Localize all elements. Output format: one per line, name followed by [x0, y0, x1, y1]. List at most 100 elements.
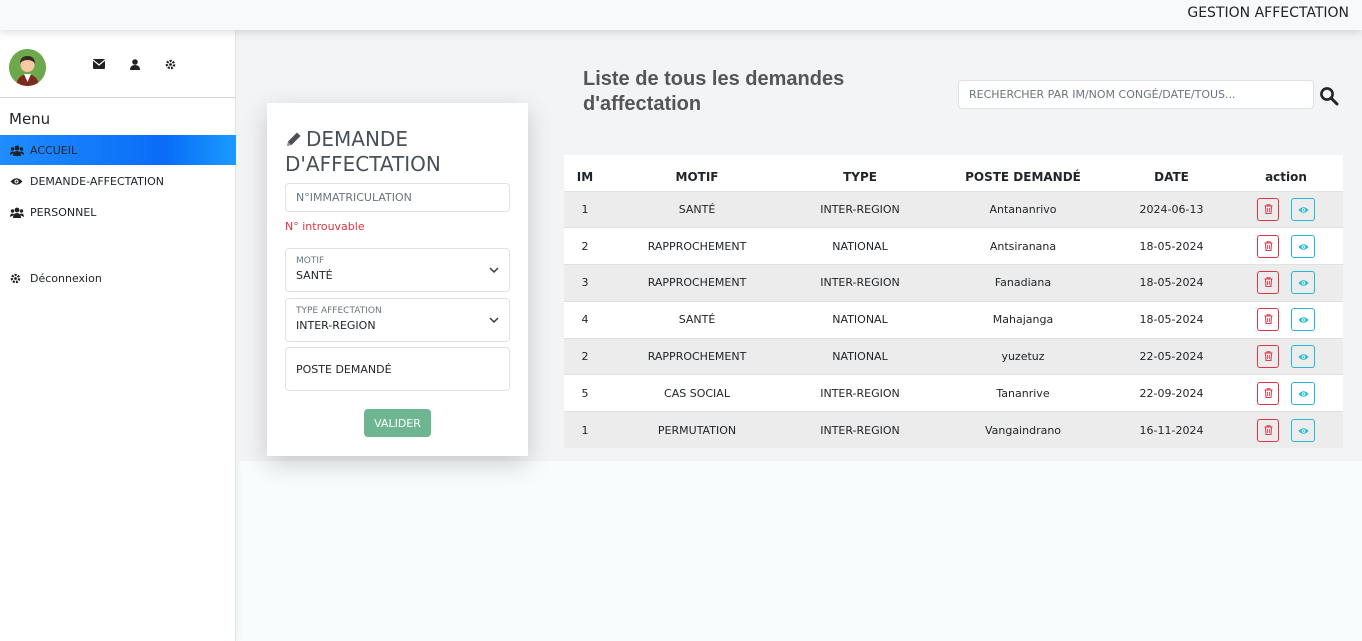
type-affectation-label: TYPE AFFECTATION	[296, 306, 382, 316]
table-row: 2 RAPPROCHEMENT NATIONAL Antsiranana 18-05-2…	[564, 227, 1343, 266]
logout-link[interactable]: Déconnexion	[0, 263, 236, 293]
delete-button[interactable]	[1257, 418, 1279, 442]
cell-date: 22-09-2024	[1114, 374, 1229, 413]
motif-value: SANTÉ	[296, 269, 333, 282]
delete-button[interactable]	[1257, 234, 1279, 258]
column-header-date[interactable]: DATE	[1114, 163, 1229, 192]
delete-button[interactable]	[1257, 197, 1279, 221]
table-header-row: IM MOTIF TYPE POSTE DEMANDÉ DATE action	[564, 163, 1343, 192]
table-row: 3 RAPPROCHEMENT INTER-REGION Fanadiana 18-05…	[564, 264, 1343, 302]
gear-icon[interactable]	[163, 57, 177, 71]
trash-icon	[1264, 239, 1273, 254]
trash-icon	[1264, 312, 1273, 327]
cell-motif: RAPPROCHEMENT	[606, 227, 788, 266]
users-icon	[10, 206, 24, 218]
trash-icon	[1264, 275, 1273, 290]
cell-poste: Fanadiana	[932, 264, 1114, 302]
trash-icon	[1264, 423, 1273, 438]
poste-demande-input[interactable]: POSTE DEMANDÉ	[285, 347, 510, 391]
sidebar-item-accueil[interactable]: ACCUEIL	[0, 135, 236, 165]
sidebar: Menu ACCUEIL DEMANDE-AFFECTATION PERSONN…	[0, 30, 236, 641]
eye-icon	[1298, 349, 1309, 364]
eye-icon	[1298, 423, 1309, 438]
delete-button[interactable]	[1257, 345, 1279, 369]
logout-label: Déconnexion	[30, 271, 102, 285]
menu-title: Menu	[9, 110, 51, 128]
view-button[interactable]	[1291, 271, 1315, 295]
valider-button[interactable]: VALIDER	[364, 409, 431, 437]
cell-action	[1229, 301, 1343, 339]
cell-im: 5	[564, 374, 606, 413]
matricule-input[interactable]: N°IMMATRICULATION	[285, 183, 510, 212]
sidebar-item-personnel[interactable]: PERSONNEL	[0, 197, 236, 227]
chevron-down-icon	[489, 267, 499, 274]
trash-icon	[1264, 349, 1273, 364]
cell-date: 18-05-2024	[1114, 301, 1229, 339]
type-affectation-value: INTER-REGION	[296, 319, 376, 332]
top-navbar: GESTION AFFECTATION	[0, 0, 1362, 30]
cell-poste: Antsiranana	[932, 227, 1114, 266]
view-button[interactable]	[1291, 381, 1315, 405]
cell-date: 2024-06-13	[1114, 191, 1229, 229]
cell-im: 2	[564, 338, 606, 376]
sidebar-item-label: PERSONNEL	[30, 205, 97, 219]
view-button[interactable]	[1291, 197, 1315, 221]
gear-icon	[10, 272, 24, 284]
demande-form-card: DEMANDE D'AFFECTATION N°IMMATRICULATION …	[267, 103, 528, 456]
cell-poste: Vangaindrano	[932, 411, 1114, 450]
delete-button[interactable]	[1257, 381, 1279, 405]
cell-type: INTER-REGION	[788, 374, 932, 413]
delete-button[interactable]	[1257, 308, 1279, 332]
view-button[interactable]	[1291, 345, 1315, 369]
cell-action	[1229, 374, 1343, 413]
cell-type: NATIONAL	[788, 227, 932, 266]
sidebar-item-demande-affectation[interactable]: DEMANDE-AFFECTATION	[0, 166, 236, 196]
eye-icon	[1298, 275, 1309, 290]
user-icon[interactable]	[128, 57, 142, 71]
cell-motif: PERMUTATION	[606, 411, 788, 450]
chevron-down-icon	[489, 317, 499, 324]
search-icon[interactable]	[1319, 86, 1339, 106]
cell-action	[1229, 411, 1343, 450]
type-affectation-select[interactable]: TYPE AFFECTATION INTER-REGION	[285, 298, 510, 342]
view-button[interactable]	[1291, 234, 1315, 258]
cell-date: 22-05-2024	[1114, 338, 1229, 376]
users-icon	[10, 144, 24, 156]
avatar[interactable]	[9, 49, 46, 86]
cell-type: INTER-REGION	[788, 411, 932, 450]
delete-button[interactable]	[1257, 271, 1279, 295]
cell-poste: yuzetuz	[932, 338, 1114, 376]
cell-type: INTER-REGION	[788, 191, 932, 229]
cell-type: INTER-REGION	[788, 264, 932, 302]
motif-select[interactable]: MOTIF SANTÉ	[285, 248, 510, 292]
cell-motif: SANTÉ	[606, 191, 788, 229]
column-header-action: action	[1229, 163, 1343, 192]
cell-type: NATIONAL	[788, 338, 932, 376]
table-row: 1 PERMUTATION INTER-REGION Vangaindrano 16-1…	[564, 411, 1343, 450]
column-header-motif[interactable]: MOTIF	[606, 163, 788, 192]
pencil-icon	[287, 132, 301, 146]
view-button[interactable]	[1291, 308, 1315, 332]
envelope-icon[interactable]	[92, 57, 106, 71]
sidebar-item-label: DEMANDE-AFFECTATION	[30, 174, 165, 188]
form-title: DEMANDE D'AFFECTATION	[285, 127, 441, 176]
table-row: 4 SANTÉ NATIONAL Mahajanga 18-05-2024	[564, 301, 1343, 339]
cell-action	[1229, 191, 1343, 229]
cell-date: 18-05-2024	[1114, 227, 1229, 266]
cell-poste: Antananrivo	[932, 191, 1114, 229]
cell-date: 16-11-2024	[1114, 411, 1229, 450]
eye-icon	[1298, 202, 1309, 217]
cell-motif: RAPPROCHEMENT	[606, 338, 788, 376]
view-button[interactable]	[1291, 418, 1315, 442]
column-header-im[interactable]: IM	[564, 163, 606, 192]
cell-im: 2	[564, 227, 606, 266]
column-header-type[interactable]: TYPE	[788, 163, 932, 192]
column-header-poste[interactable]: POSTE DEMANDÉ	[932, 163, 1114, 192]
table-row: 5 CAS SOCIAL INTER-REGION Tananrive 22-09-20…	[564, 374, 1343, 413]
app-title: GESTION AFFECTATION	[1187, 5, 1349, 21]
cell-motif: CAS SOCIAL	[606, 374, 788, 413]
demandes-table-container: IM MOTIF TYPE POSTE DEMANDÉ DATE action …	[564, 135, 1343, 461]
cell-poste: Mahajanga	[932, 301, 1114, 339]
search-input[interactable]: RECHERCHER PAR IM/NOM CONGÉ/DATE/TOUS...	[958, 80, 1314, 109]
cell-date: 18-05-2024	[1114, 264, 1229, 302]
